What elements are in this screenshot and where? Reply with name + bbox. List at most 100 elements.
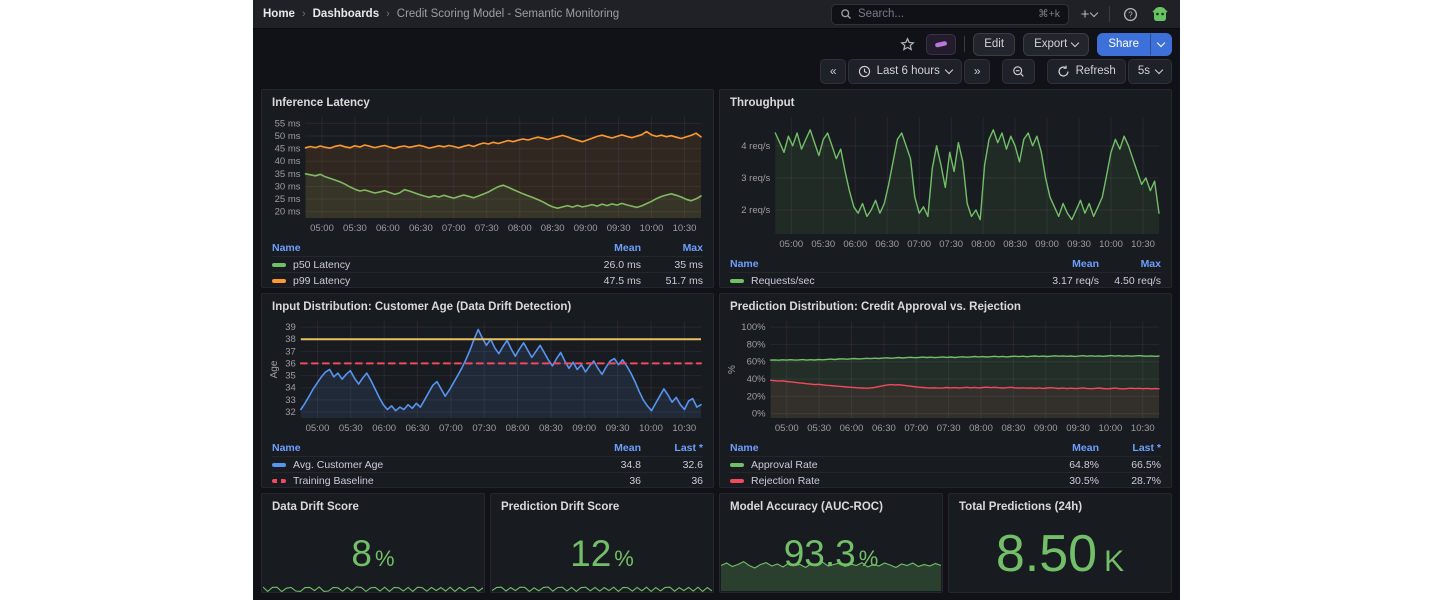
series-last: 36: [641, 475, 703, 487]
divider: [964, 36, 965, 52]
time-shift-forward-button[interactable]: »: [964, 59, 990, 84]
series-swatch: [272, 263, 286, 267]
svg-text:05:00: 05:00: [779, 239, 803, 250]
panel-title[interactable]: Prediction Distribution: Credit Approval…: [720, 294, 1171, 315]
zoom-out-time-button[interactable]: [1002, 59, 1035, 84]
legend-col-mean[interactable]: Mean: [1023, 442, 1099, 454]
svg-text:07:00: 07:00: [439, 423, 463, 434]
panel-grid: Inference Latency 20 ms25 ms30 ms35 ms40…: [253, 87, 1180, 600]
legend-series-toggle[interactable]: Approval Rate: [730, 459, 1023, 471]
svg-text:80%: 80%: [747, 339, 767, 350]
legend-col-mean[interactable]: Mean: [565, 242, 641, 254]
legend-col-name: Name: [272, 242, 565, 254]
legend-row: Rejection Rate 30.5% 28.7%: [730, 472, 1161, 488]
svg-text:09:00: 09:00: [1035, 239, 1059, 250]
export-button[interactable]: Export: [1023, 33, 1089, 56]
panel-prediction-drift-score: Prediction Drift Score 12 %: [490, 493, 714, 593]
legend-series-toggle[interactable]: Requests/sec: [730, 275, 1023, 287]
legend-col-max[interactable]: Max: [1099, 258, 1161, 270]
svg-text:06:00: 06:00: [376, 223, 400, 234]
panel-title[interactable]: Total Predictions (24h): [949, 494, 1171, 515]
series-name: Approval Rate: [751, 459, 818, 471]
chevron-down-icon: [1155, 65, 1163, 73]
assistant-button[interactable]: [926, 34, 956, 55]
svg-text:35 ms: 35 ms: [275, 169, 301, 180]
approval-rejection-chart[interactable]: 0%20%40%60%80%100%05:0005:3006:0006:3007…: [726, 315, 1165, 440]
svg-text:10:00: 10:00: [1099, 239, 1123, 250]
stat-unit: K: [1104, 547, 1124, 577]
stat-value-container: 8 %: [262, 515, 484, 592]
legend: Name Mean Last * Avg. Customer Age 34.8 …: [262, 440, 713, 488]
series-swatch: [272, 279, 286, 283]
panel-title[interactable]: Model Accuracy (AUC-ROC): [720, 494, 942, 515]
series-last: 66.5%: [1099, 459, 1161, 471]
svg-text:60%: 60%: [747, 357, 767, 368]
help-button[interactable]: ?: [1119, 3, 1141, 25]
edit-button[interactable]: Edit: [973, 33, 1015, 56]
stat-number: 8: [351, 535, 372, 572]
svg-text:09:00: 09:00: [1034, 423, 1058, 434]
svg-text:10:30: 10:30: [1131, 423, 1155, 434]
legend-col-mean[interactable]: Mean: [1023, 258, 1099, 270]
legend-series-toggle[interactable]: Rejection Rate: [730, 475, 1023, 487]
refresh-interval-picker[interactable]: 5s: [1128, 59, 1172, 84]
panel-data-drift-score: Data Drift Score 8 %: [261, 493, 485, 593]
stat-value-container: 8.50 K: [949, 515, 1171, 592]
user-avatar[interactable]: [1150, 4, 1170, 24]
legend-series-toggle[interactable]: p50 Latency: [272, 259, 565, 271]
grafana-dashboard: Home › Dashboards › Credit Scoring Model…: [253, 0, 1180, 600]
stat-value: 12 %: [570, 535, 634, 572]
legend-series-toggle[interactable]: Avg. Customer Age: [272, 459, 565, 471]
nav-right-cluster: ⌘+k + ?: [831, 3, 1170, 25]
svg-text:06:00: 06:00: [372, 423, 396, 434]
series-name: Requests/sec: [751, 275, 815, 287]
panel-title[interactable]: Data Drift Score: [262, 494, 484, 515]
svg-text:40 ms: 40 ms: [275, 156, 301, 167]
breadcrumb-home[interactable]: Home: [263, 8, 295, 20]
series-mean: 64.8%: [1023, 459, 1099, 471]
svg-text:32: 32: [285, 407, 296, 418]
share-menu-button[interactable]: [1150, 33, 1172, 56]
dashboard-actions-row: Edit Export Share: [253, 29, 1180, 56]
svg-text:0%: 0%: [752, 409, 766, 420]
svg-text:100%: 100%: [741, 322, 766, 333]
search-box[interactable]: ⌘+k: [831, 4, 1069, 25]
search-input[interactable]: [858, 8, 1032, 20]
legend-col-last[interactable]: Last *: [1099, 442, 1161, 454]
new-item-button[interactable]: +: [1078, 3, 1100, 25]
time-range-picker[interactable]: Last 6 hours: [848, 59, 962, 84]
chevron-down-icon: [1071, 38, 1079, 46]
svg-text:34: 34: [285, 383, 296, 394]
legend-col-mean[interactable]: Mean: [565, 442, 641, 454]
stat-unit: %: [375, 548, 395, 570]
time-shift-back-button[interactable]: «: [820, 59, 846, 84]
divider: [1109, 6, 1110, 22]
star-dashboard-button[interactable]: [896, 33, 918, 55]
share-button[interactable]: Share: [1097, 33, 1150, 56]
refresh-icon: [1057, 65, 1070, 78]
customer-age-chart[interactable]: 323334353637383905:0005:3006:0006:3007:0…: [268, 315, 707, 440]
series-name: p50 Latency: [293, 259, 350, 271]
panel-title[interactable]: Prediction Drift Score: [491, 494, 713, 515]
breadcrumb-current-dashboard: Credit Scoring Model - Semantic Monitori…: [397, 8, 619, 20]
svg-text:50 ms: 50 ms: [275, 131, 301, 142]
panel-title[interactable]: Input Distribution: Customer Age (Data D…: [262, 294, 713, 315]
legend-series-toggle[interactable]: p99 Latency: [272, 275, 565, 287]
breadcrumb-dashboards[interactable]: Dashboards: [313, 8, 379, 20]
panel-title[interactable]: Inference Latency: [262, 90, 713, 111]
svg-text:05:30: 05:30: [339, 423, 363, 434]
series-swatch: [730, 463, 744, 467]
legend-col-last[interactable]: Last *: [641, 442, 703, 454]
svg-text:08:30: 08:30: [539, 423, 563, 434]
throughput-chart[interactable]: 2 req/s3 req/s4 req/s05:0005:3006:0006:3…: [726, 111, 1165, 256]
refresh-button[interactable]: Refresh: [1047, 59, 1126, 84]
svg-text:10:00: 10:00: [640, 223, 664, 234]
search-shortcut-hint: ⌘+k: [1038, 8, 1060, 20]
svg-text:09:30: 09:30: [607, 223, 631, 234]
legend-series-toggle[interactable]: Training Baseline: [272, 475, 565, 487]
legend-col-max[interactable]: Max: [641, 242, 703, 254]
svg-text:10:30: 10:30: [1131, 239, 1155, 250]
svg-text:07:30: 07:30: [472, 423, 496, 434]
inference-latency-chart[interactable]: 20 ms25 ms30 ms35 ms40 ms45 ms50 ms55 ms…: [268, 111, 707, 240]
panel-title[interactable]: Throughput: [720, 90, 1171, 111]
